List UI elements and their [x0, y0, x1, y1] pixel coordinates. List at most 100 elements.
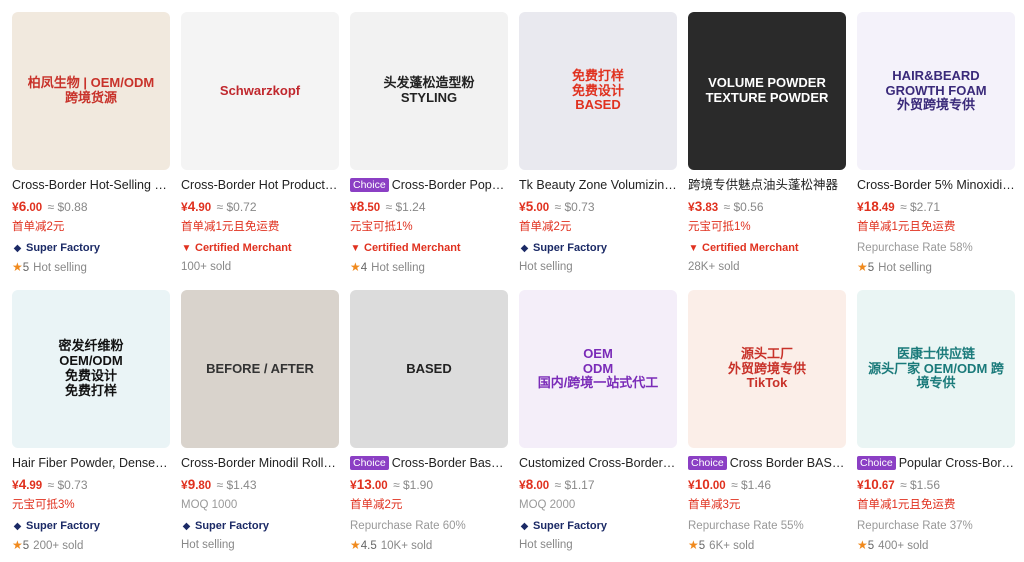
price-usd: ≈ $0.73 [554, 200, 595, 214]
product-card[interactable]: 头发蓬松造型粉 STYLING Choice Cross-Border Popula… [350, 12, 508, 284]
currency-symbol: ¥ [519, 200, 526, 214]
product-card[interactable]: 密发纤维粉 OEM/ODM 免费设计 免费打样 Hair Fiber Powder… [12, 290, 170, 562]
rating-value: 5 [22, 262, 30, 274]
product-card[interactable]: Schwarzkopf Cross-Border Hot Product Volu… [181, 12, 339, 284]
sold-count: Hot selling [878, 262, 932, 274]
product-title[interactable]: ChoiceCross-Border Base Hair Wax [350, 455, 508, 471]
sold-count: 400+ sold [878, 540, 929, 552]
price-integer: 10 [694, 477, 710, 492]
rating-value: 5 [867, 540, 875, 552]
super-factory-badge: ◆ Super Factory [12, 518, 100, 534]
product-title[interactable]: Customized Cross-Border Hair Spray [519, 455, 677, 471]
product-image-text: BEFORE / AFTER [206, 360, 314, 376]
product-title-text: 跨境专供魅点油头蓬松神器 [688, 178, 839, 192]
product-image[interactable]: HAIR&BEARD GROWTH FOAM 外贸跨境专供 [857, 12, 1015, 170]
super-factory-badge: ◆ Super Factory [12, 240, 100, 256]
price-usd: ≈ $1.90 [393, 478, 434, 492]
product-title[interactable]: 跨境专供魅点油头蓬松神器 [688, 177, 846, 193]
price-decimal: .49 [878, 202, 895, 214]
price-usd: ≈ $1.24 [385, 200, 426, 214]
sales-meta: ★5 Hot selling [857, 259, 932, 276]
product-image[interactable]: BASED [350, 290, 508, 448]
sold-count: Hot selling [181, 539, 235, 551]
price-decimal: .99 [26, 480, 43, 492]
product-card[interactable]: 柏凤生物 | OEM/ODM 跨境货源 Cross-Border Hot-Sell… [12, 12, 170, 284]
product-title[interactable]: Cross-Border 5% Minoxidil Foam [857, 177, 1015, 193]
product-title[interactable]: ChoiceCross-Border Popular Hair Powder [350, 177, 508, 193]
badge-label: Certified Merchant [195, 242, 292, 254]
product-title[interactable]: Hair Fiber Powder, Dense Hair [12, 455, 170, 471]
sold-count: 10K+ sold [380, 540, 433, 552]
product-card[interactable]: OEM ODM 国内/跨境一站式代工 Customized Cross-Borde… [519, 290, 677, 562]
promo-text: MOQ 1000 [181, 499, 238, 511]
price-usd: ≈ $1.56 [900, 478, 941, 492]
product-image-text: Schwarzkopf [219, 82, 301, 98]
promo-text: 首单减3元 [688, 499, 741, 511]
star-icon: ★ [350, 260, 361, 274]
factory-icon: ◆ [182, 520, 191, 532]
product-card[interactable]: 免费打样 免费设计 BASED Tk Beauty Zone Volumizing… [519, 12, 677, 284]
product-title[interactable]: Cross-Border Minodil Roller Serum [181, 455, 339, 471]
product-card[interactable]: 源头工厂 外贸跨境专供 TikTok Choice Cross Border BAS… [688, 290, 846, 562]
badge-label: Certified Merchant [702, 242, 799, 254]
badge-label: Certified Merchant [364, 242, 461, 254]
price-usd: ≈ $1.17 [554, 478, 595, 492]
repurchase-rate: Repurchase Rate 60% [350, 520, 466, 532]
star-icon: ★ [12, 260, 23, 274]
product-title-text: Cross-Border 5% Minoxidil Foam [857, 178, 1015, 192]
merchant-icon: ▼ [688, 242, 699, 254]
promo-text: 首单减2元 [350, 499, 403, 511]
product-image-text: 柏凤生物 | OEM/ODM 跨境货源 [27, 75, 155, 105]
sold-count: 6K+ sold [709, 540, 755, 552]
sold-count: Hot selling [519, 261, 573, 273]
price-decimal: .83 [702, 202, 719, 214]
price-row: ¥6.00 ≈ $0.88 [12, 198, 88, 217]
product-image-text: BASED [406, 360, 452, 376]
product-card[interactable]: VOLUME POWDER TEXTURE POWDER 跨境专供魅点油头蓬松神器… [688, 12, 846, 284]
product-grid: 柏凤生物 | OEM/ODM 跨境货源 Cross-Border Hot-Sell… [0, 0, 1024, 558]
promo-text: MOQ 2000 [519, 499, 576, 511]
product-title[interactable]: ChoiceCross Border BASE Texture Powder [688, 455, 846, 471]
currency-symbol: ¥ [688, 478, 695, 492]
product-image[interactable]: VOLUME POWDER TEXTURE POWDER [688, 12, 846, 170]
product-card[interactable]: BASEDChoiceCross-Border Base Hair Wax¥13… [350, 290, 508, 562]
factory-icon: ◆ [520, 242, 529, 254]
product-card[interactable]: HAIR&BEARD GROWTH FOAM 外贸跨境专供 Cross-Borde… [857, 12, 1015, 284]
promo-text: 元宝可抵1% [688, 221, 751, 233]
product-title-text: Tk Beauty Zone Volumizing Powder [519, 178, 677, 192]
price-usd: ≈ $1.46 [731, 478, 772, 492]
super-factory-badge: ◆ Super Factory [181, 518, 269, 534]
product-image[interactable]: BEFORE / AFTER [181, 290, 339, 448]
product-title[interactable]: ChoicePopular Cross-Border Volume Powder [857, 455, 1015, 471]
product-card[interactable]: 医康士供应链 源头厂家 OEM/ODM 跨境专供 Choice Popular Cr… [857, 290, 1015, 562]
product-image[interactable]: OEM ODM 国内/跨境一站式代工 [519, 290, 677, 448]
product-image[interactable]: 柏凤生物 | OEM/ODM 跨境货源 [12, 12, 170, 170]
product-title[interactable]: Cross-Border Hot Product Volumizing [181, 177, 339, 193]
price-decimal: .00 [533, 480, 550, 492]
sales-meta: Hot selling [519, 537, 573, 553]
product-card[interactable]: BEFORE / AFTER Cross-Border Minodil Rolle… [181, 290, 339, 562]
price-usd: ≈ $0.88 [47, 200, 88, 214]
repurchase-rate: Repurchase Rate 58% [857, 242, 973, 254]
certified-merchant-badge: ▼ Certified Merchant [350, 240, 461, 256]
product-image[interactable]: 头发蓬松造型粉 STYLING [350, 12, 508, 170]
price-cny: ¥18.49 [857, 199, 895, 214]
super-factory-badge: ◆ Super Factory [519, 240, 607, 256]
price-decimal: .67 [878, 480, 895, 492]
product-title[interactable]: Cross-Border Hot-Selling Style [12, 177, 170, 193]
promo-text: 元宝可抵3% [12, 499, 75, 511]
product-image[interactable]: 源头工厂 外贸跨境专供 TikTok [688, 290, 846, 448]
badge-label: Super Factory [533, 242, 607, 254]
product-image[interactable]: 免费打样 免费设计 BASED [519, 12, 677, 170]
promo-text: 元宝可抵1% [350, 221, 413, 233]
price-cny: ¥10.00 [688, 477, 726, 492]
rating-value: 5 [698, 540, 706, 552]
product-title[interactable]: Tk Beauty Zone Volumizing Powder [519, 177, 677, 193]
currency-symbol: ¥ [181, 478, 188, 492]
product-image[interactable]: 医康士供应链 源头厂家 OEM/ODM 跨境专供 [857, 290, 1015, 448]
price-decimal: .00 [533, 202, 550, 214]
product-image[interactable]: 密发纤维粉 OEM/ODM 免费设计 免费打样 [12, 290, 170, 448]
certified-merchant-badge: ▼ Certified Merchant [181, 240, 292, 256]
product-image[interactable]: Schwarzkopf [181, 12, 339, 170]
price-cny: ¥4.90 [181, 199, 211, 214]
